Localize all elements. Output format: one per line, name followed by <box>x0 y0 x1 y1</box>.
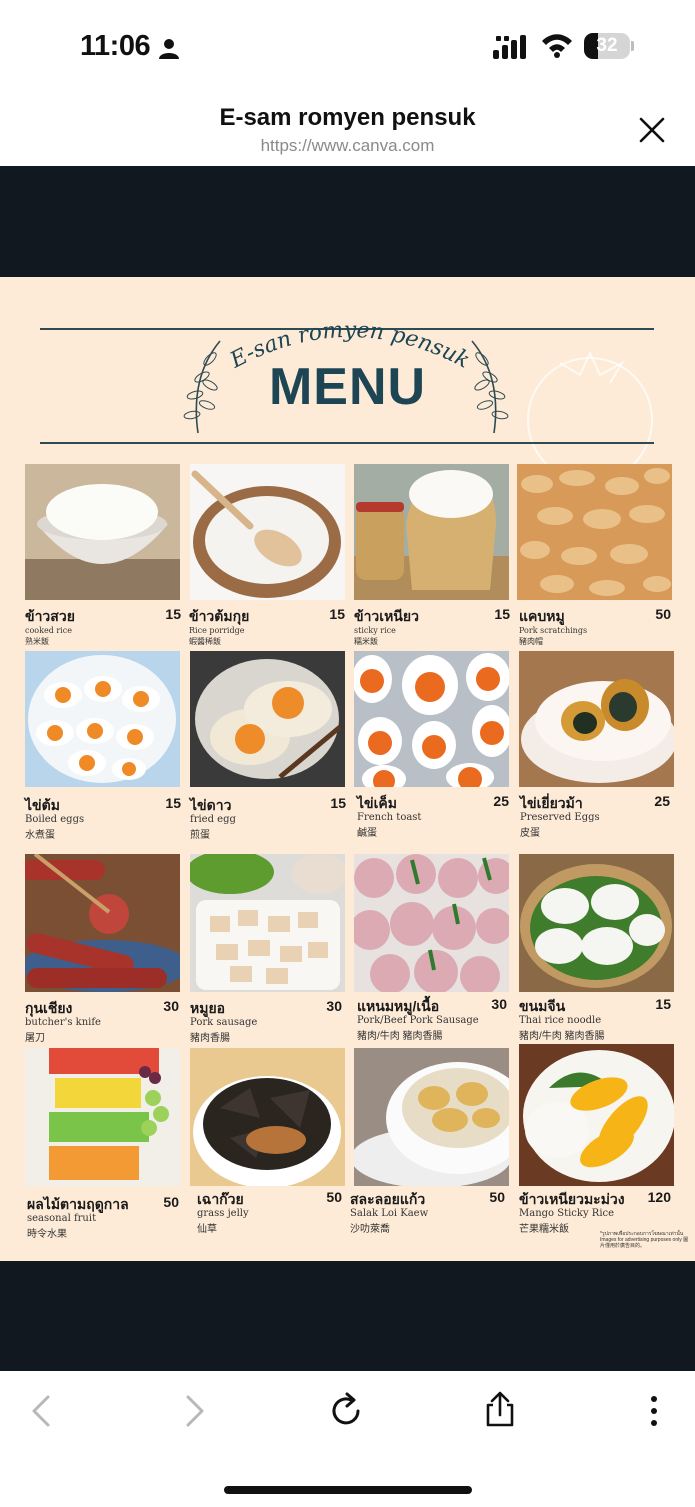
item-english-name: Salak Loi Kaew <box>350 1208 429 1219</box>
item-english-name: fried egg <box>190 814 236 825</box>
menu-heading: MENU <box>268 358 427 416</box>
item-thai-name: แคบหมู <box>519 608 565 624</box>
item-price: 50 <box>163 1194 179 1210</box>
item-english-name: grass jelly <box>197 1208 249 1219</box>
pork-sausage-photo <box>190 854 345 992</box>
boiled-eggs-photo <box>25 651 180 787</box>
item-chinese-name: 豬肉香腸 <box>190 1033 230 1044</box>
close-icon[interactable] <box>634 112 670 148</box>
battery-level: 32 <box>596 35 618 56</box>
page-url[interactable]: https://www.canva.com <box>0 136 695 156</box>
person-icon <box>159 39 179 59</box>
pork-scratchings-photo <box>517 464 672 600</box>
fried-egg-photo <box>190 651 345 787</box>
salak-loi-kaew-photo <box>354 1048 509 1186</box>
menu-poster: E-san romyen pensuk MENU ข้าวสวย 15 cook… <box>0 277 695 1261</box>
reload-icon[interactable] <box>327 1391 367 1431</box>
item-chinese-name: 豬肉/牛肉 豬肉香腸 <box>357 1031 443 1042</box>
item-english-name: Preserved Eggs <box>520 812 600 823</box>
item-english-name: Pork sausage <box>190 1017 258 1028</box>
item-chinese-name: 屠刀 <box>25 1033 45 1044</box>
item-price: 15 <box>330 795 346 811</box>
battery-cap <box>631 41 634 51</box>
item-chinese-name: 沙叻萊喬 <box>350 1224 390 1235</box>
top-dark-band <box>0 166 695 277</box>
item-price: 50 <box>655 606 671 622</box>
rice-noodle-photo <box>519 854 674 992</box>
item-english-name: sticky rice <box>354 626 396 635</box>
item-english-name: Rice porridge <box>189 626 245 635</box>
share-icon[interactable] <box>480 1389 520 1429</box>
item-chinese-name: 鹹蛋 <box>357 828 377 839</box>
item-price: 50 <box>326 1189 342 1205</box>
item-price: 30 <box>326 998 342 1014</box>
item-english-name: seasonal fruit <box>27 1213 97 1224</box>
image-disclaimer: *รูปภาพเพื่อประกอบการโฆษณาเท่านั้น Image… <box>600 1231 689 1249</box>
item-price: 15 <box>655 996 671 1012</box>
item-price: 15 <box>329 606 345 622</box>
item-price: 25 <box>493 793 509 809</box>
page-header: E-sam romyen pensuk https://www.canva.co… <box>0 92 695 166</box>
item-thai-name: ข้าวต้มกุย <box>189 608 250 624</box>
item-chinese-name: 糯米飯 <box>354 637 378 646</box>
item-price: 15 <box>165 795 181 811</box>
item-chinese-name: 豬肉帽 <box>519 637 543 646</box>
bottom-rule <box>40 442 654 444</box>
wifi-icon <box>542 34 572 58</box>
item-price: 30 <box>491 996 507 1012</box>
signal-icon <box>493 35 526 59</box>
item-english-name: Mango Sticky Rice <box>519 1208 615 1219</box>
status-time: 11:06 <box>80 30 151 62</box>
item-thai-name: ข้าวเหนียว <box>354 608 419 624</box>
grass-jelly-photo <box>190 1048 345 1186</box>
back-icon[interactable] <box>22 1391 62 1431</box>
cooked-rice-photo <box>25 464 180 600</box>
item-price: 50 <box>489 1189 505 1205</box>
item-english-name: Thai rice noodle <box>519 1015 602 1026</box>
laurel-right-icon <box>471 340 509 434</box>
item-chinese-name: 熟米飯 <box>25 637 49 646</box>
item-chinese-name: 豬肉/牛肉 豬肉香腸 <box>519 1031 605 1042</box>
home-indicator[interactable] <box>224 1486 472 1494</box>
item-chinese-name: 芒果糯米飯 <box>519 1224 569 1235</box>
chinese-sausage-photo <box>25 854 180 992</box>
item-chinese-name: 時令水果 <box>27 1229 67 1240</box>
item-chinese-name: 蝦醬稀飯 <box>189 637 221 646</box>
forward-icon[interactable] <box>174 1391 214 1431</box>
item-price: 30 <box>163 998 179 1014</box>
preserved-eggs-photo <box>519 651 674 787</box>
rice-porridge-photo <box>190 464 345 600</box>
battery-icon: 32 <box>584 33 630 59</box>
item-english-name: butcher's knife <box>25 1017 101 1028</box>
item-chinese-name: 煎蛋 <box>190 830 210 841</box>
item-chinese-name: 水煮蛋 <box>25 830 55 841</box>
salted-eggs-photo <box>354 651 509 787</box>
item-chinese-name: 皮蛋 <box>520 828 540 839</box>
bottom-dark-band <box>0 1261 695 1371</box>
fermented-pork-photo <box>354 854 509 992</box>
status-bar: 11:06 32 <box>0 0 695 92</box>
browser-toolbar <box>0 1371 695 1507</box>
item-english-name: French toast <box>357 812 422 823</box>
seasonal-fruit-photo <box>25 1048 180 1186</box>
item-price: 15 <box>165 606 181 622</box>
more-icon[interactable] <box>634 1391 674 1431</box>
page-title: E-sam romyen pensuk <box>219 104 476 131</box>
item-english-name: Pork scratchings <box>519 626 588 635</box>
item-price: 120 <box>647 1189 671 1205</box>
item-price: 25 <box>654 793 670 809</box>
item-english-name: cooked rice <box>25 626 72 635</box>
laurel-left-icon <box>183 340 221 434</box>
item-english-name: Boiled eggs <box>25 814 85 825</box>
item-english-name: Pork/Beef Pork Sausage <box>357 1015 479 1026</box>
sticky-rice-photo <box>354 464 509 600</box>
item-thai-name: ข้าวสวย <box>25 608 75 624</box>
item-price: 15 <box>494 606 510 622</box>
mango-sticky-rice-photo <box>519 1044 674 1186</box>
item-chinese-name: 仙草 <box>197 1224 217 1235</box>
